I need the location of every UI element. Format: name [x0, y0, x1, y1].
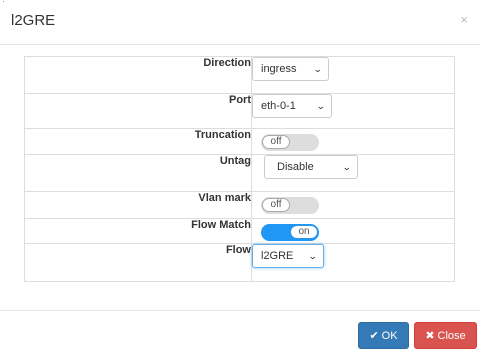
modal-footer-divider: [0, 310, 480, 311]
close-icon[interactable]: ×: [460, 12, 468, 27]
table-row: Flow Match on: [24, 218, 455, 244]
ok-button[interactable]: ✔ OK: [358, 322, 409, 349]
modal-header: l2GRE ×: [0, 0, 480, 45]
direction-label: Direction: [24, 56, 252, 94]
modal-title: l2GRE: [11, 12, 56, 29]
check-icon: ✔: [369, 330, 379, 342]
table-row: Direction ingress ⌄: [24, 56, 455, 94]
flow-match-toggle[interactable]: on: [261, 224, 319, 241]
chevron-down-icon: ⌄: [308, 250, 319, 261]
chevron-down-icon: ⌄: [342, 161, 353, 172]
settings-table: Direction ingress ⌄ Port eth-0-1 ⌄ Trunc…: [24, 56, 455, 282]
close-button-label: Close: [437, 329, 466, 342]
port-select[interactable]: eth-0-1 ⌄: [252, 94, 332, 118]
x-icon: ✖: [425, 330, 435, 342]
table-row: Untag Disable ⌄: [24, 154, 455, 192]
flow-label: Flow: [24, 243, 252, 282]
direction-select-value: ingress: [261, 63, 297, 75]
truncation-toggle-state: off: [262, 135, 290, 149]
flow-match-toggle-state: on: [290, 225, 318, 239]
close-button[interactable]: ✖ Close: [414, 322, 477, 349]
truncation-label: Truncation: [24, 128, 252, 155]
chevron-down-icon: ⌄: [316, 100, 327, 111]
vlan-mark-label: Vlan mark: [24, 191, 252, 219]
table-row: Port eth-0-1 ⌄: [24, 93, 455, 129]
table-row: Vlan mark off: [24, 191, 455, 219]
chevron-down-icon: ⌄: [313, 63, 324, 74]
truncation-toggle[interactable]: off: [261, 134, 319, 151]
direction-select[interactable]: ingress ⌄: [252, 57, 329, 81]
modal-dialog: l2GRE × Direction ingress ⌄ Port eth-0-1…: [0, 0, 480, 356]
port-select-value: eth-0-1: [261, 100, 296, 112]
flow-select-value: l2GRE: [261, 250, 294, 262]
table-row: Flow l2GRE ⌄: [24, 243, 455, 282]
flow-select[interactable]: l2GRE ⌄: [252, 244, 324, 268]
flow-match-label: Flow Match: [24, 218, 252, 244]
vlan-mark-toggle-state: off: [262, 198, 290, 212]
ok-button-label: OK: [381, 329, 398, 342]
untag-label: Untag: [24, 154, 252, 192]
untag-select[interactable]: Disable ⌄: [264, 155, 358, 179]
untag-select-value: Disable: [277, 161, 314, 173]
vlan-mark-toggle[interactable]: off: [261, 197, 319, 214]
table-row: Truncation off: [24, 128, 455, 155]
port-label: Port: [24, 93, 252, 129]
